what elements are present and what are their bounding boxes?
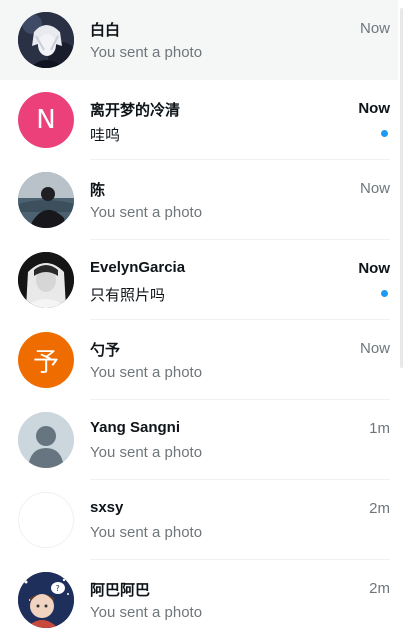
svg-text:?: ? <box>56 584 60 593</box>
avatar-letter: N <box>36 105 56 135</box>
scrollbar[interactable] <box>398 0 404 637</box>
conversation-item[interactable]: Yang Sangni You sent a photo 1m <box>0 400 404 480</box>
conversation-name: 勺予 <box>90 342 121 359</box>
message-preview: You sent a photo <box>90 44 203 61</box>
conversation-item[interactable]: 白白 You sent a photo Now <box>0 0 404 80</box>
message-preview: You sent a photo <box>90 604 203 621</box>
blank-avatar-icon <box>19 493 73 547</box>
conversation-item[interactable]: EvelynGarcia 只有照片吗 Now <box>0 240 404 320</box>
avatar[interactable] <box>18 412 74 468</box>
message-time: 2m <box>369 500 390 517</box>
avatar[interactable] <box>18 172 74 228</box>
message-preview: 只有照片吗 <box>90 287 166 304</box>
person-photo-icon <box>18 252 74 308</box>
unread-dot-icon <box>381 130 388 137</box>
unread-dot-icon <box>381 290 388 297</box>
avatar[interactable]: 予 <box>18 332 74 388</box>
default-avatar-icon <box>18 412 74 468</box>
scrollbar-thumb[interactable] <box>400 8 403 368</box>
anime-avatar-icon: ? <box>18 572 74 628</box>
conversation-list: 白白 You sent a photo Now N 离开梦的冷清 哇呜 Now … <box>0 0 404 637</box>
conversation-name: 离开梦的冷清 <box>90 102 181 119</box>
message-preview: You sent a photo <box>90 444 203 461</box>
conversation-name: 阿巴阿巴 <box>90 582 151 599</box>
message-time: 1m <box>369 420 390 437</box>
avatar[interactable] <box>18 492 74 548</box>
avatar[interactable]: N <box>18 92 74 148</box>
conversation-name: Yang Sangni <box>90 419 181 436</box>
message-time: Now <box>359 180 390 197</box>
conversation-item[interactable]: N 离开梦的冷清 哇呜 Now <box>0 80 404 160</box>
avatar-letter: 予 <box>32 347 59 378</box>
avatar[interactable] <box>18 252 74 308</box>
message-time: Now <box>359 20 390 37</box>
avatar[interactable] <box>18 12 74 68</box>
message-time: 2m <box>369 580 390 597</box>
conversation-item[interactable]: ? 阿巴阿巴 You sent a photo 2m <box>0 560 404 637</box>
message-preview: 哇呜 <box>90 127 121 144</box>
anime-avatar-icon <box>18 12 74 68</box>
conversation-name: sxsy <box>90 499 124 516</box>
message-preview: You sent a photo <box>90 524 203 541</box>
conversation-item[interactable]: 陈 You sent a photo Now <box>0 160 404 240</box>
conversation-item[interactable]: sxsy You sent a photo 2m <box>0 480 404 560</box>
message-time: Now <box>358 260 390 277</box>
conversation-name: 白白 <box>90 22 121 39</box>
message-time: Now <box>358 100 390 117</box>
conversation-name: 陈 <box>90 182 106 199</box>
avatar[interactable]: ? <box>18 572 74 628</box>
person-photo-icon <box>18 172 74 228</box>
message-time: Now <box>359 340 390 357</box>
conversation-name: EvelynGarcia <box>90 259 186 276</box>
message-preview: You sent a photo <box>90 204 203 221</box>
message-preview: You sent a photo <box>90 364 203 381</box>
conversation-item[interactable]: 予 勺予 You sent a photo Now <box>0 320 404 400</box>
